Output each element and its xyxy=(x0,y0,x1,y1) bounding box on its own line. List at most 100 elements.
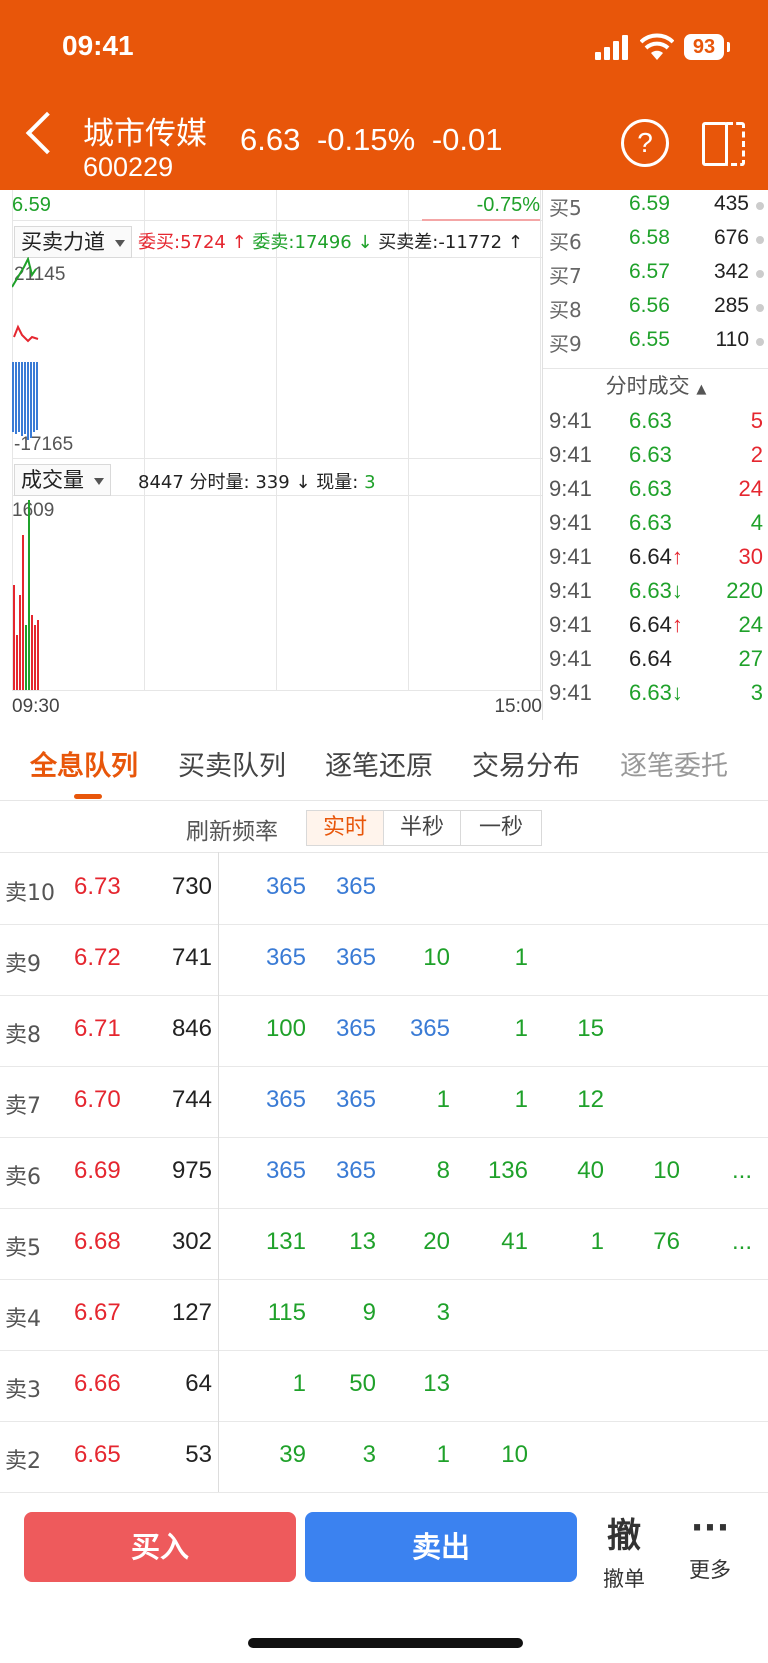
battery-icon: 93 xyxy=(684,34,730,60)
tab-tick-restore[interactable]: 逐笔还原 xyxy=(325,744,433,783)
tab-trade-distribution[interactable]: 交易分布 xyxy=(472,744,580,783)
queue-price: 6.71 xyxy=(74,1015,121,1042)
trade-row: 9:41 6.64↑ 30 xyxy=(543,544,768,580)
queue-level: 卖5 xyxy=(5,1236,41,1261)
queue-total: 302 xyxy=(171,1228,212,1255)
queue-level: 卖6 xyxy=(5,1165,41,1190)
trade-volume: 2 xyxy=(750,442,763,467)
power-stats: 委买:5724 ↑ 委卖:17496 ↓ 买卖差:-11772 ↑ xyxy=(138,232,523,253)
refresh-rate-bar: 刷新频率 实时 半秒 一秒 xyxy=(0,806,768,853)
time-start: 09:30 xyxy=(12,696,60,717)
help-icon[interactable]: ? xyxy=(621,119,669,167)
queue-order-cell: 50 xyxy=(349,1370,376,1397)
order-book-row: 买8 6.56 285 xyxy=(543,294,768,328)
trade-price: 6.63 xyxy=(629,408,672,433)
refresh-realtime[interactable]: 实时 xyxy=(306,810,384,846)
tab-full-queue[interactable]: 全息队列 xyxy=(30,744,138,783)
queue-row[interactable]: 卖10 6.73 730 365 365 xyxy=(0,853,768,925)
queue-row[interactable]: 卖8 6.71 846 100 365 365 1 15 xyxy=(0,995,768,1067)
intraday-chart[interactable]: 6.59 -0.75% 买卖力道 委买:5724 ↑ 委卖:17496 ↓ 买卖… xyxy=(12,190,542,717)
trade-time: 9:41 xyxy=(549,578,592,603)
order-price: 6.56 xyxy=(629,294,670,317)
power-dropdown-label: 买卖力道 xyxy=(21,230,105,254)
queue-order-cell: 10 xyxy=(501,1441,528,1468)
trade-price: 6.63 xyxy=(629,510,672,535)
queue-order-cell: 365 xyxy=(335,1015,376,1042)
sell-order-value: 17496 xyxy=(294,232,352,253)
queue-order-cell: 3 xyxy=(436,1299,450,1326)
order-dot-icon xyxy=(756,270,764,278)
queue-row[interactable]: 卖5 6.68 302 131 13 20 41 1 76... xyxy=(0,1208,768,1280)
stock-pct: -0.15% xyxy=(316,122,416,157)
queue-row[interactable]: 卖7 6.70 744 365 365 1 1 12 xyxy=(0,1066,768,1138)
cancel-order-button[interactable]: 撤 撤单 xyxy=(592,1508,656,1593)
queue-level: 卖4 xyxy=(5,1307,41,1332)
queue-order-cell: 12 xyxy=(577,1086,604,1113)
queue-row[interactable]: 卖9 6.72 741 365 365 10 1 xyxy=(0,924,768,996)
order-price: 6.57 xyxy=(629,260,670,283)
trade-arrow-icon: ↓ xyxy=(671,680,683,705)
queue-order-cell: 41 xyxy=(501,1228,528,1255)
queue-order-cell: 76 xyxy=(653,1228,680,1255)
trade-price: 6.64 xyxy=(629,646,672,671)
volume-dropdown[interactable]: 成交量 xyxy=(14,464,111,496)
trade-arrow-icon: ↑ xyxy=(671,612,683,637)
queue-order-cell: 40 xyxy=(577,1157,604,1184)
trade-time: 9:41 xyxy=(549,646,592,671)
queue-order-cell: 1 xyxy=(436,1441,450,1468)
queue-order-cell: 115 xyxy=(267,1299,306,1326)
queue-level: 卖10 xyxy=(5,881,55,906)
queue-order-cell: 1 xyxy=(514,944,528,971)
queue-order-cell: 365 xyxy=(409,1015,450,1042)
trade-price: 6.63 xyxy=(629,680,672,705)
queue-order-cell: 100 xyxy=(265,1015,306,1042)
order-volume: 342 xyxy=(713,260,749,283)
trade-arrow-icon: ↑ xyxy=(671,544,683,569)
more-icon: ··· xyxy=(690,1508,730,1548)
refresh-half-second[interactable]: 半秒 xyxy=(383,810,461,846)
buy-order-value: 5724 xyxy=(180,232,226,253)
signal-icon xyxy=(595,34,629,60)
queue-order-cell: 3 xyxy=(362,1441,376,1468)
trade-volume: 24 xyxy=(738,476,763,501)
tab-tick-orders[interactable]: 逐笔委托 xyxy=(620,744,728,783)
trade-row: 9:41 6.63 4 xyxy=(543,510,768,546)
queue-price: 6.66 xyxy=(74,1370,121,1397)
order-book-row: 买5 6.59 435 xyxy=(543,192,768,226)
power-bars xyxy=(12,257,39,440)
queue-row[interactable]: 卖2 6.65 53 39 3 1 10 xyxy=(0,1421,768,1493)
queue-order-cell: 13 xyxy=(423,1370,450,1397)
buy-button[interactable]: 买入 xyxy=(24,1512,296,1582)
order-volume: 285 xyxy=(713,294,749,317)
trades-title[interactable]: 分时成交 ▲ xyxy=(543,368,768,404)
cancel-icon: 撤 xyxy=(607,1516,641,1556)
power-dropdown[interactable]: 买卖力道 xyxy=(14,226,132,258)
queue-row[interactable]: 卖3 6.66 64 1 50 13 xyxy=(0,1350,768,1422)
trade-price: 6.63 xyxy=(629,442,672,467)
order-diff-value: -11772 xyxy=(438,232,503,253)
order-price: 6.59 xyxy=(629,192,670,215)
more-button[interactable]: ··· 更多 xyxy=(678,1508,742,1584)
queue-price: 6.69 xyxy=(74,1157,121,1184)
wifi-icon xyxy=(640,33,674,60)
queue-order-cell: 365 xyxy=(265,873,306,900)
trade-row: 9:41 6.64 27 xyxy=(543,646,768,682)
queue-row[interactable]: 卖4 6.67 127 115 9 3 xyxy=(0,1279,768,1351)
stock-code: 600229 xyxy=(83,152,174,182)
switch-screen-icon[interactable] xyxy=(702,118,746,166)
trade-row: 9:41 6.63 24 xyxy=(543,476,768,512)
queue-row[interactable]: 卖6 6.69 975 365 365 8 136 40 10... xyxy=(0,1137,768,1209)
queue-order-cell: 1 xyxy=(514,1015,528,1042)
trade-time: 9:41 xyxy=(549,544,592,569)
back-icon[interactable] xyxy=(25,111,69,155)
queue-order-cell: ... xyxy=(731,1157,752,1184)
queue-order-cell: 365 xyxy=(265,1157,306,1184)
trade-time: 9:41 xyxy=(549,442,592,467)
order-level: 买9 xyxy=(549,332,582,356)
tab-bid-ask-queue[interactable]: 买卖队列 xyxy=(178,744,286,783)
refresh-one-second[interactable]: 一秒 xyxy=(460,810,542,846)
order-volume: 676 xyxy=(713,226,749,249)
stock-change: -0.01 xyxy=(431,122,503,157)
queue-order-cell: 1 xyxy=(590,1228,604,1255)
sell-button[interactable]: 卖出 xyxy=(305,1512,577,1582)
